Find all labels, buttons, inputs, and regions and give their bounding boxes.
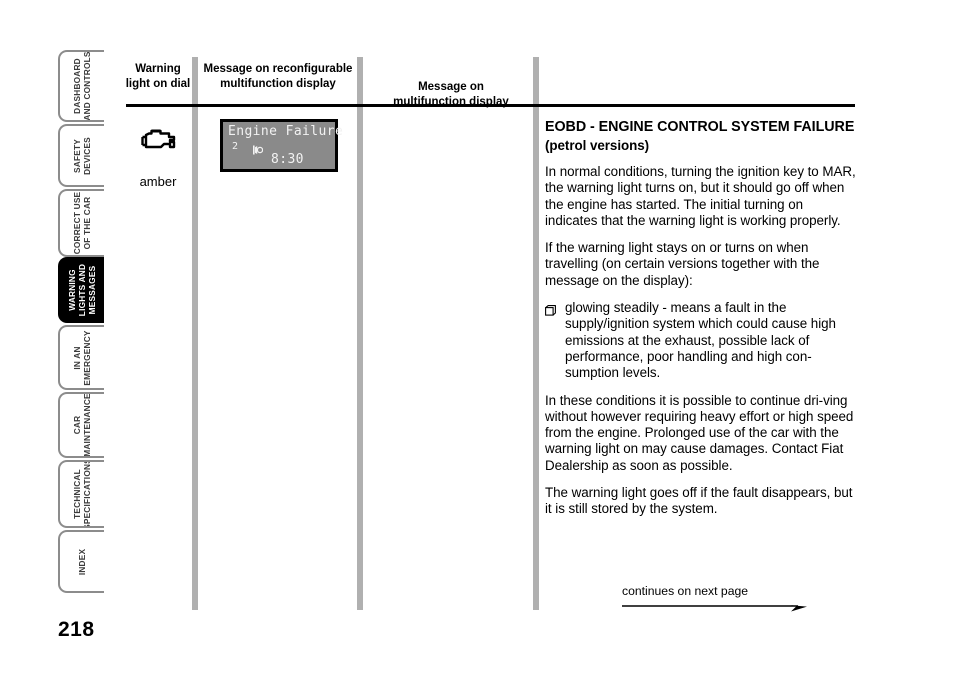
column-separator-1 (192, 57, 198, 610)
lcd-key-symbol-icon (250, 142, 264, 155)
sidebar-tab-label: CORRECT USE OF THE CAR (72, 191, 92, 255)
section-title-main: EOBD - ENGINE CONTROL SYSTEM FAILURE (545, 119, 855, 135)
paragraph-4: The warning light goes off if the fault … (545, 485, 853, 517)
column-header-warning-light: Warning light on dial (125, 63, 191, 90)
sidebar-tab-label: INDEX (77, 548, 87, 575)
column-header-reconfigurable-display: Message on reconfigurable multifunction d… (203, 63, 353, 90)
bullet-item-text: glowing steadily - means a fault in the … (565, 300, 836, 381)
column-header-multifunction-display: Message on multifunction display (393, 81, 509, 108)
sidebar-tab-label: SAFETY DEVICES (72, 136, 92, 175)
lcd-zone-number: 2 (232, 141, 239, 152)
sidebar-tab-label: WARNING LIGHTS AND MESSAGES (67, 263, 97, 317)
page-number: 218 (58, 618, 95, 641)
sidebar-tab-1[interactable]: SAFETY DEVICES (58, 124, 104, 187)
sidebar-tab-label: TECHNICAL SPECIFICATIONS (72, 460, 92, 528)
column-separator-2 (357, 57, 363, 610)
article-content: EOBD - ENGINE CONTROL SYSTEM FAILURE (pe… (545, 118, 857, 529)
bullet-list-item: glowing steadily - means a fault in the … (545, 300, 857, 381)
engine-check-icon (139, 124, 179, 156)
paragraph-2: If the warning light stays on or turns o… (545, 240, 820, 288)
sidebar-tab-3[interactable]: WARNING LIGHTS AND MESSAGES (58, 257, 104, 323)
sidebar-tab-label: IN AN EMERGENCY (72, 329, 92, 386)
sidebar-tab-4[interactable]: IN AN EMERGENCY (58, 325, 104, 390)
lcd-time-text: 8:30 (271, 152, 304, 167)
footer-continues: continues on next page (622, 584, 812, 612)
sidebar-tab-6[interactable]: TECHNICAL SPECIFICATIONS (58, 460, 104, 528)
reconfigurable-display-panel: Engine Failure 2 8:30 (220, 119, 343, 172)
sidebar-tab-7[interactable]: INDEX (58, 530, 104, 593)
arrow-right-icon (622, 601, 807, 612)
sidebar-tab-0[interactable]: DASHBOARD AND CONTROLS (58, 50, 104, 122)
section-title-sub: (petrol versions) (545, 137, 650, 153)
square-bullet-icon (545, 300, 565, 381)
sidebar-tab-label: DASHBOARD AND CONTROLS (72, 51, 92, 121)
sidebar-tab-5[interactable]: CAR MAINTENANCE (58, 392, 104, 458)
sidebar-tab-2[interactable]: CORRECT USE OF THE CAR (58, 189, 104, 257)
lcd-message-text: Engine Failure (228, 124, 344, 139)
sidebar-tabs: DASHBOARD AND CONTROLS SAFETY DEVICES CORREC… (58, 50, 110, 612)
paragraph-1: In normal conditions, turning the igniti… (545, 164, 856, 228)
column-separator-3 (533, 57, 539, 610)
warning-light-color-label: amber (139, 174, 177, 189)
paragraph-3: In these conditions it is possible to co… (545, 392, 854, 473)
continues-label: continues on next page (622, 584, 749, 598)
sidebar-tab-label: CAR MAINTENANCE (72, 393, 92, 457)
section-title: EOBD - ENGINE CONTROL SYSTEM FAILURE (pe… (545, 118, 857, 155)
